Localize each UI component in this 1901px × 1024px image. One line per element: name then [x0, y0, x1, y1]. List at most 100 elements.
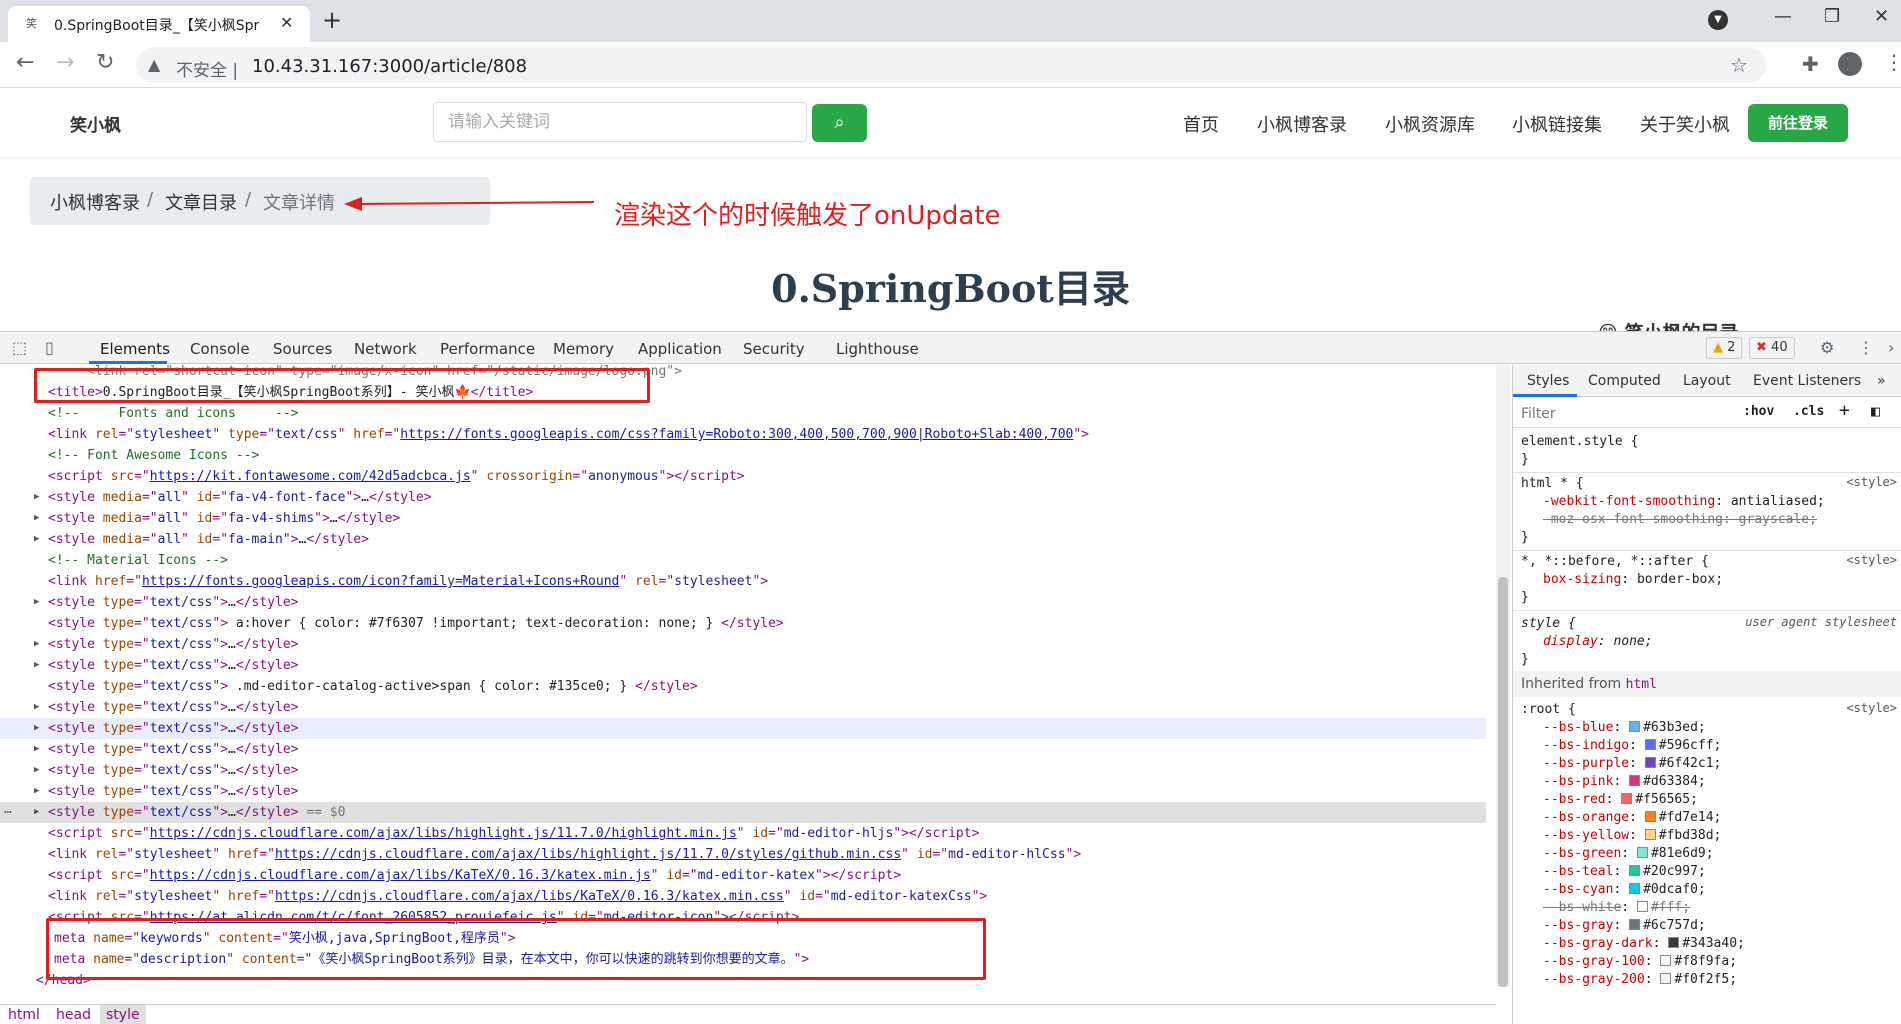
color-swatch[interactable]: [1636, 847, 1648, 858]
dom-node-line[interactable]: ▶ <style type="text/css">…</style>: [0, 739, 1486, 760]
dom-node-line[interactable]: ▶ <style type="text/css">…</style>: [0, 634, 1486, 655]
settings-gear-icon[interactable]: ⚙: [1820, 338, 1834, 357]
tab-sources[interactable]: Sources: [273, 340, 332, 358]
inspect-element-icon[interactable]: ⬚: [12, 338, 27, 357]
expand-triangle-icon[interactable]: ▶: [34, 655, 39, 676]
tab-lighthouse[interactable]: Lighthouse: [836, 340, 919, 358]
back-icon[interactable]: ←: [16, 50, 34, 75]
browser-menu-icon[interactable]: ⋮: [1884, 50, 1901, 74]
css-variable[interactable]: --bs-green: #81e6d9;: [1543, 845, 1714, 863]
elements-tree[interactable]: <link rel="shortcut icon" type="image/x-…: [0, 365, 1496, 987]
breadcrumb-blog[interactable]: 小枫博客录: [50, 189, 140, 215]
expand-triangle-icon[interactable]: ▶: [34, 739, 39, 760]
tab-memory[interactable]: Memory: [553, 340, 614, 358]
css-variable[interactable]: --bs-gray-100: #f8f9fa;: [1543, 953, 1737, 971]
css-variable[interactable]: --bs-teal: #20c997;: [1543, 863, 1706, 881]
warnings-badge[interactable]: ▲ 2: [1706, 337, 1743, 359]
dom-node-line[interactable]: <script src="https://cdnjs.cloudflare.co…: [0, 865, 1486, 886]
color-swatch[interactable]: [1660, 973, 1672, 984]
dom-node-line[interactable]: <link rel="stylesheet" href="https://cdn…: [0, 886, 1486, 907]
css-variable[interactable]: --bs-orange: #fd7e14;: [1543, 809, 1721, 827]
dom-node-line[interactable]: <link rel="stylesheet" type="text/css" h…: [0, 424, 1486, 445]
device-toolbar-icon[interactable]: ▯: [45, 338, 54, 357]
dom-node-line[interactable]: ▶ <style type="text/css">…</style>: [0, 781, 1486, 802]
rule-style-ua[interactable]: style {: [1521, 615, 1576, 633]
nav-links[interactable]: 小枫链接集: [1512, 111, 1602, 137]
expand-triangle-icon[interactable]: ▶: [34, 634, 39, 655]
tab-computed[interactable]: Computed: [1588, 373, 1661, 389]
color-swatch[interactable]: [1629, 775, 1641, 786]
color-swatch[interactable]: [1644, 829, 1656, 840]
dom-crumb-head[interactable]: head: [56, 1007, 91, 1023]
color-swatch[interactable]: [1629, 721, 1641, 732]
login-button[interactable]: 前往登录: [1748, 104, 1848, 142]
scrollbar-thumb[interactable]: [1498, 577, 1508, 987]
errors-badge[interactable]: ✖ 40: [1749, 337, 1795, 359]
rule-source[interactable]: <style>: [1846, 701, 1897, 715]
search-input[interactable]: [433, 102, 807, 142]
prop-box-sizing[interactable]: box-sizing: border-box;: [1543, 571, 1723, 589]
prop-moz-smoothing[interactable]: -moz-osx-font-smoothing: grayscale;: [1543, 511, 1817, 529]
color-swatch[interactable]: [1629, 919, 1641, 930]
nav-home[interactable]: 首页: [1183, 111, 1219, 137]
dom-node-line[interactable]: <!-- Material Icons -->: [0, 550, 1486, 571]
new-rule-icon[interactable]: +: [1839, 400, 1850, 421]
css-variable[interactable]: --bs-white: #fff;: [1543, 899, 1690, 917]
color-swatch[interactable]: [1629, 865, 1641, 876]
rule-element-style[interactable]: element.style {: [1521, 433, 1638, 451]
tab-network[interactable]: Network: [354, 340, 417, 358]
site-brand[interactable]: 笑小枫: [70, 111, 121, 136]
expand-triangle-icon[interactable]: ▶: [34, 508, 39, 529]
css-variable[interactable]: --bs-purple: #6f42c1;: [1543, 755, 1721, 773]
expand-triangle-icon[interactable]: ▶: [34, 697, 39, 718]
dom-node-line[interactable]: ▶ <style type="text/css">…</style>: [0, 697, 1486, 718]
extensions-icon[interactable]: ✚: [1802, 52, 1819, 76]
breadcrumb-catalog[interactable]: 文章目录: [165, 189, 237, 215]
rule-universal[interactable]: *, *::before, *::after {: [1521, 553, 1709, 571]
dom-node-line[interactable]: ▶ <style type="text/css">…</style>: [0, 760, 1486, 781]
toggle-sidebar-icon[interactable]: ◧: [1871, 402, 1880, 420]
window-close-icon[interactable]: ✕: [1874, 6, 1889, 27]
dom-crumb-html[interactable]: html: [8, 1007, 40, 1023]
more-tabs-icon[interactable]: »: [1877, 373, 1886, 389]
warning-icon[interactable]: ▲: [148, 55, 160, 74]
tab-close-icon[interactable]: ✕: [280, 13, 293, 32]
nav-blog[interactable]: 小枫博客录: [1257, 111, 1347, 137]
browser-tab[interactable]: 笑 0.SpringBoot目录_【笑小枫Spr ✕: [8, 6, 310, 42]
tab-layout[interactable]: Layout: [1683, 373, 1731, 389]
tab-styles[interactable]: Styles: [1527, 373, 1569, 389]
dom-node-line[interactable]: <!-- Font Awesome Icons -->: [0, 445, 1486, 466]
rule-source[interactable]: <style>: [1846, 475, 1897, 489]
dom-crumb-style[interactable]: style: [100, 1005, 146, 1024]
dom-node-line[interactable]: ▶ <style type="text/css">…</style>: [0, 655, 1486, 676]
dom-node-line[interactable]: ▶ <style media="all" id="fa-main">…</styl…: [0, 529, 1486, 550]
rule-root[interactable]: :root {: [1521, 701, 1576, 719]
expand-triangle-icon[interactable]: ▶: [34, 760, 39, 781]
expand-triangle-icon[interactable]: ▶: [34, 781, 39, 802]
tab-event-listeners[interactable]: Event Listeners: [1753, 373, 1861, 389]
rule-html-star[interactable]: html * {: [1521, 475, 1584, 493]
dom-node-line[interactable]: ▶ <style media="all" id="fa-v4-shims">…</…: [0, 508, 1486, 529]
expand-triangle-icon[interactable]: ▶: [34, 529, 39, 550]
color-swatch[interactable]: [1621, 793, 1633, 804]
nav-about[interactable]: 关于笑小枫: [1640, 111, 1730, 137]
tab-search-icon[interactable]: ▼: [1708, 10, 1728, 30]
color-swatch[interactable]: [1644, 739, 1656, 750]
expand-triangle-icon[interactable]: ▶: [34, 592, 39, 613]
cls-toggle[interactable]: .cls: [1793, 404, 1824, 419]
expand-triangle-icon[interactable]: ▶: [34, 487, 39, 508]
tab-elements[interactable]: Elements: [100, 340, 170, 358]
expand-triangle-icon[interactable]: ▶: [34, 802, 39, 823]
css-variable[interactable]: --bs-cyan: #0dcaf0;: [1543, 881, 1706, 899]
devtools-menu-icon[interactable]: ⋮: [1858, 338, 1874, 357]
css-variable[interactable]: --bs-yellow: #fbd38d;: [1543, 827, 1721, 845]
maximize-icon[interactable]: ❐: [1824, 6, 1840, 27]
reload-icon[interactable]: ↻: [96, 50, 114, 75]
dom-node-line[interactable]: <style type="text/css"> .md-editor-catal…: [0, 676, 1486, 697]
tab-performance[interactable]: Performance: [440, 340, 535, 358]
css-variable[interactable]: --bs-gray: #6c757d;: [1543, 917, 1706, 935]
color-swatch[interactable]: [1644, 757, 1656, 768]
rule-source[interactable]: <style>: [1846, 553, 1897, 567]
profile-avatar[interactable]: [1838, 52, 1862, 76]
bookmark-star-icon[interactable]: ☆: [1730, 53, 1748, 77]
